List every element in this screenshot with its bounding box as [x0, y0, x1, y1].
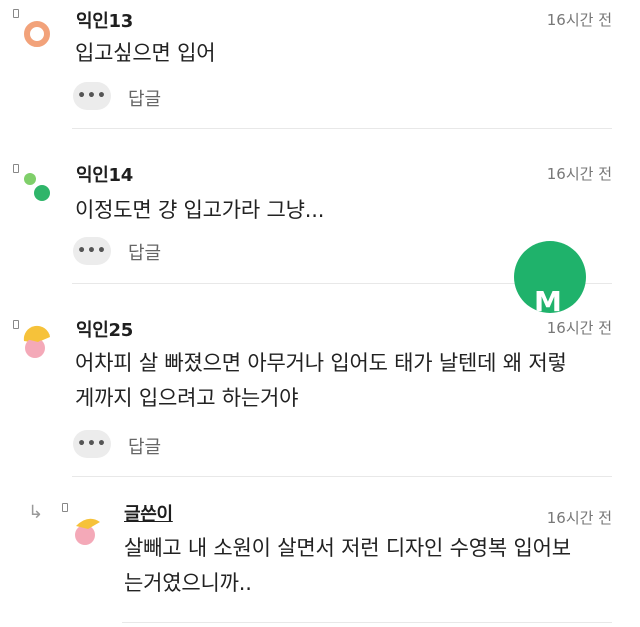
- divider: [122, 622, 612, 623]
- avatar-icon: [23, 325, 50, 358]
- pin-icon: [13, 164, 19, 173]
- more-dots-icon: •••: [77, 243, 107, 259]
- more-options-button[interactable]: •••: [73, 82, 111, 110]
- avatar-icon: [24, 173, 50, 201]
- comment-line: 이정도면 걍 입고가라 그냥...: [75, 198, 325, 222]
- comment-timestamp: 16시간 전: [546, 11, 612, 29]
- comment-text: 입고싶으면 입어: [75, 36, 216, 71]
- comment-line: 어차피 살 빠졌으면 아무거나 입어도 태가 날텐데 왜 저렇: [75, 351, 567, 375]
- more-options-button[interactable]: •••: [73, 237, 111, 265]
- avatar-icon: [24, 21, 50, 47]
- reply-button[interactable]: 답글: [128, 85, 161, 111]
- floating-action-button[interactable]: M: [514, 241, 586, 313]
- comment-timestamp: 16시간 전: [546, 165, 612, 183]
- reply-arrow-icon: ↳: [28, 502, 44, 523]
- fab-icon: M: [534, 285, 562, 313]
- comment-timestamp: 16시간 전: [546, 319, 612, 337]
- reply-button[interactable]: 답글: [128, 433, 161, 459]
- comment-line: 입고싶으면 입어: [75, 41, 216, 65]
- comment-line: 는거였으니까..: [124, 571, 252, 595]
- comment-text: 살빼고 내 소원이 살면서 저런 디자인 수영복 입어보 는거였으니까..: [124, 531, 571, 601]
- reply-button[interactable]: 답글: [128, 239, 161, 265]
- divider: [72, 476, 612, 477]
- avatar-icon: [75, 518, 100, 545]
- comment-author[interactable]: 익인25: [76, 316, 133, 342]
- comment-author[interactable]: 익인13: [76, 7, 133, 33]
- more-dots-icon: •••: [77, 436, 107, 452]
- more-dots-icon: •••: [77, 88, 107, 104]
- comment-timestamp: 16시간 전: [546, 509, 612, 527]
- more-options-button[interactable]: •••: [73, 430, 111, 458]
- comment-line: 게까지 입으려고 하는거야: [75, 386, 299, 410]
- pin-icon: [13, 9, 19, 18]
- comment-text: 어차피 살 빠졌으면 아무거나 입어도 태가 날텐데 왜 저렇 게까지 입으려고…: [75, 346, 567, 416]
- comment-author[interactable]: 글쓴이: [124, 500, 173, 526]
- pin-icon: [13, 320, 19, 329]
- comment-line: 살빼고 내 소원이 살면서 저런 디자인 수영복 입어보: [124, 536, 571, 560]
- comment-author[interactable]: 익인14: [76, 161, 133, 187]
- pin-icon: [62, 503, 68, 512]
- divider: [72, 128, 612, 129]
- comment-text: 이정도면 걍 입고가라 그냥...: [75, 193, 324, 228]
